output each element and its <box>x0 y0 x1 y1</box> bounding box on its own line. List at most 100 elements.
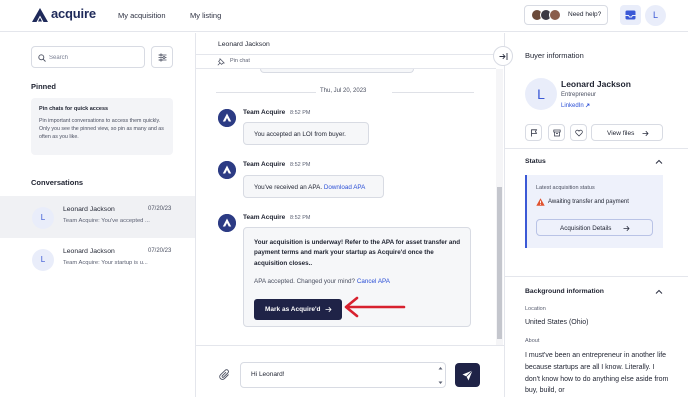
contact-avatar: L <box>32 249 54 271</box>
arrow-right-icon <box>642 130 649 137</box>
about-label: About <box>525 338 540 344</box>
buyer-avatar: L <box>525 78 557 110</box>
need-help-label: Need help? <box>568 11 602 18</box>
field-scroll-arrows-icon[interactable] <box>438 366 443 385</box>
external-link-icon <box>586 103 590 108</box>
divider-line <box>392 92 474 93</box>
linkedin-label: LinkedIn <box>561 103 584 109</box>
message-input[interactable]: Hi Leonard! <box>251 371 431 384</box>
chat-scrollbar[interactable] <box>496 69 503 345</box>
conversation-date: 07/20/23 <box>148 248 172 254</box>
contact-avatar: L <box>32 207 54 229</box>
archive-icon <box>553 129 561 137</box>
warning-icon <box>536 198 545 206</box>
divider <box>505 148 688 149</box>
previous-message-bubble <box>260 69 414 73</box>
brand-name[interactable]: acquire <box>51 6 96 21</box>
chat-contact-name: Leonard Jackson <box>218 41 270 48</box>
conversation-sidebar: Pinned Pin chats for quick access Pin im… <box>0 33 196 397</box>
conversations-heading: Conversations <box>31 178 84 187</box>
pin-chat-button[interactable]: Pin chat <box>196 55 496 69</box>
favorite-button[interactable] <box>570 124 587 141</box>
contact-name: Leonard Jackson <box>63 248 115 255</box>
message-text: You accepted an LOI from buyer. <box>254 131 346 138</box>
location-value: United States (Ohio) <box>525 319 589 326</box>
conversation-date: 07/20/23 <box>148 206 172 212</box>
send-icon <box>462 370 473 381</box>
chevron-up-icon[interactable] <box>655 158 663 166</box>
buyer-name: Leonard Jackson <box>561 79 631 89</box>
conversation-preview: Team Acquire: You've accepted ... <box>63 218 150 224</box>
search-field[interactable] <box>31 46 145 68</box>
message-field[interactable]: Hi Leonard! <box>240 362 446 388</box>
archive-button[interactable] <box>548 124 565 141</box>
arrow-right-icon <box>623 225 630 232</box>
about-text: I must've been an entrepreneur in anothe… <box>525 352 669 395</box>
message-sender: Team Acquire <box>243 214 286 221</box>
message-note-row: APA accepted. Changed your mind? Cancel … <box>254 278 390 285</box>
cancel-apa-link[interactable]: Cancel APA <box>357 278 390 285</box>
mark-as-acquired-button[interactable]: Mark as Acquire'd <box>254 299 342 320</box>
inbox-button[interactable] <box>620 5 641 25</box>
buyer-role: Entrepreneur <box>561 92 597 98</box>
conversation-preview: Team Acquire: Your startup is u... <box>63 260 148 266</box>
chevron-up-icon[interactable] <box>655 288 663 296</box>
need-help-button[interactable]: Need help? <box>524 5 608 25</box>
chat-panel: Leonard Jackson Pin chat Thu, Jul 20, 20… <box>196 33 504 397</box>
annotation-arrow-icon <box>344 296 406 318</box>
view-files-button[interactable]: View files <box>591 124 663 141</box>
filter-sliders-icon <box>158 53 167 62</box>
divider <box>505 276 688 277</box>
pin-icon <box>217 58 225 66</box>
scrollbar-thumb[interactable] <box>497 187 502 339</box>
message-sender: Team Acquire <box>243 161 286 168</box>
view-files-label: View files <box>607 130 635 137</box>
status-heading: Status <box>525 158 546 165</box>
top-bar: acquire My acquisition My listing Need h… <box>0 0 688 32</box>
linkedin-link[interactable]: LinkedIn <box>561 103 590 109</box>
team-acquire-avatar-icon <box>218 109 236 127</box>
arrow-right-icon <box>325 306 332 313</box>
message-time: 8:52 PM <box>290 162 311 168</box>
date-divider-label: Thu, Jul 20, 2023 <box>320 88 367 94</box>
collapse-panel-button[interactable] <box>493 46 513 66</box>
acquire-logo-icon[interactable] <box>32 8 48 22</box>
acquisition-details-button[interactable]: Acquisition Details <box>536 219 653 236</box>
message-time: 8:52 PM <box>290 215 311 221</box>
nav-my-listing[interactable]: My listing <box>190 11 221 20</box>
message-bubble: You accepted an LOI from buyer. <box>243 122 369 145</box>
user-avatar[interactable]: L <box>645 5 666 26</box>
team-acquire-avatar-icon <box>218 161 236 179</box>
mark-as-acquired-label: Mark as Acquire'd <box>265 306 321 313</box>
pinned-heading: Pinned <box>31 82 57 91</box>
buyer-info-panel: Buyer information L Leonard Jackson Entr… <box>504 33 688 397</box>
chat-header: Leonard Jackson <box>196 33 504 55</box>
inbox-icon <box>625 10 636 20</box>
pin-chat-label: Pin chat <box>230 58 250 64</box>
search-input[interactable] <box>49 51 139 64</box>
flag-button[interactable] <box>525 124 542 141</box>
pin-card-description: Pin important conversations to access th… <box>39 118 164 141</box>
send-button[interactable] <box>455 363 480 387</box>
team-acquire-avatar-icon <box>218 214 236 232</box>
nav-my-acquisition[interactable]: My acquisition <box>118 11 166 20</box>
conversation-item[interactable]: L Leonard Jackson 07/20/23 Team Acquire:… <box>0 196 195 238</box>
filter-button[interactable] <box>151 46 173 68</box>
support-avatars <box>531 9 563 22</box>
compose-area: Hi Leonard! <box>196 345 504 397</box>
attachment-paperclip-icon[interactable] <box>219 369 231 381</box>
contact-name: Leonard Jackson <box>63 206 115 213</box>
pin-card-title: Pin chats for quick access <box>39 106 109 112</box>
pin-info-card: Pin chats for quick access Pin important… <box>31 98 173 155</box>
support-avatar <box>549 9 561 21</box>
download-apa-link[interactable]: Download APA <box>324 184 366 191</box>
message-note: APA accepted. Changed your mind? <box>254 278 356 285</box>
conversation-item[interactable]: L Leonard Jackson 07/20/23 Team Acquire:… <box>0 238 195 280</box>
divider-line <box>216 92 316 93</box>
buyer-info-title: Buyer information <box>525 51 584 60</box>
message-bubble: You've received an APA. Download APA <box>243 175 384 198</box>
acquisition-details-label: Acquisition Details <box>560 225 612 232</box>
heart-icon <box>575 129 583 137</box>
message-sender: Team Acquire <box>243 109 286 116</box>
search-icon <box>38 54 46 62</box>
